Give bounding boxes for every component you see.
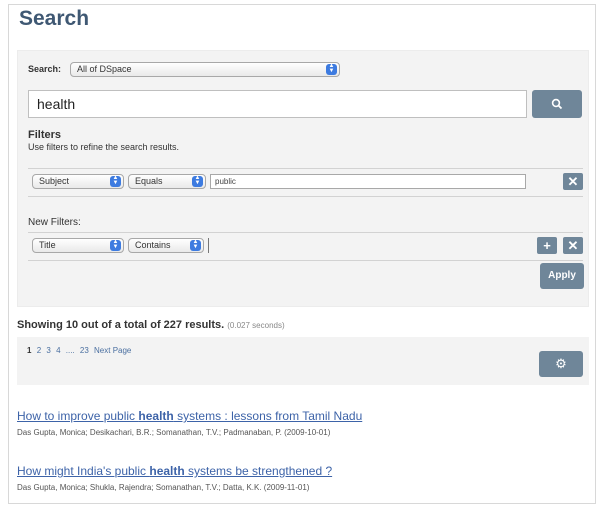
pagination-bar: 1 2 3 4 .... 23 Next Page ⚙: [17, 337, 589, 385]
results-count: Showing 10 out of a total of 227 results…: [17, 319, 225, 331]
plus-icon: +: [543, 238, 551, 253]
filters-help: Use filters to refine the search results…: [28, 142, 180, 152]
add-filter-button[interactable]: +: [537, 237, 557, 254]
result-title-text: How might India's public: [17, 464, 150, 478]
pagination: 1 2 3 4 .... 23 Next Page: [27, 346, 134, 355]
select-arrows-icon: ▲ ▼: [192, 175, 203, 187]
result-title-highlight: health: [149, 464, 185, 478]
page-ellipsis: ....: [65, 346, 75, 355]
new-filter-value-input[interactable]: [208, 238, 217, 253]
page-link[interactable]: 23: [80, 346, 89, 355]
filter-operator-select[interactable]: Equals ▲ ▼: [128, 174, 206, 189]
divider: [28, 196, 583, 197]
filter-value-input[interactable]: public: [210, 174, 526, 189]
page-link[interactable]: 3: [46, 346, 50, 355]
page-link[interactable]: 4: [56, 346, 60, 355]
divider: [28, 232, 583, 233]
close-icon: ✕: [567, 238, 579, 253]
search-button[interactable]: [532, 90, 582, 118]
new-filter-operator-value: Contains: [135, 240, 171, 250]
filters-heading: Filters: [28, 129, 62, 141]
gear-icon: ⚙: [555, 356, 567, 371]
result-title-highlight: health: [138, 409, 174, 423]
search-page: Search Search: All of DSpace ▲ ▼ health F…: [8, 4, 596, 504]
result-options-button[interactable]: ⚙: [539, 351, 583, 377]
divider: [28, 260, 583, 261]
search-form: Search: All of DSpace ▲ ▼ health Filters …: [17, 50, 589, 307]
close-icon: ✕: [567, 174, 579, 189]
apply-button[interactable]: Apply: [540, 263, 584, 289]
scope-select[interactable]: All of DSpace ▲ ▼: [70, 62, 340, 77]
results-summary: Showing 10 out of a total of 227 results…: [17, 319, 285, 331]
search-time: (0.027 seconds): [227, 321, 285, 330]
new-filter-operator-select[interactable]: Contains ▲ ▼: [128, 238, 204, 253]
search-input-value: health: [37, 96, 76, 112]
page-title: Search: [19, 7, 90, 30]
filter-field-value: Subject: [39, 176, 70, 186]
result-title-text: systems be strengthened ?: [184, 464, 333, 478]
filter-value-text: public: [215, 177, 236, 186]
select-arrows-icon: ▲ ▼: [110, 175, 121, 187]
page-link[interactable]: 2: [37, 346, 41, 355]
search-input[interactable]: health: [28, 90, 527, 118]
new-filter-field-select[interactable]: Title ▲ ▼: [32, 238, 124, 253]
remove-filter-button[interactable]: ✕: [563, 173, 583, 190]
result-meta: Das Gupta, Monica; Desikachari, B.R.; So…: [17, 428, 331, 437]
select-arrows-icon: ▲ ▼: [190, 239, 201, 251]
select-arrows-icon: ▲ ▼: [110, 239, 121, 251]
result-title-link[interactable]: How might India's public health systems …: [17, 464, 332, 478]
filter-field-select[interactable]: Subject ▲ ▼: [32, 174, 124, 189]
result-title-link[interactable]: How to improve public health systems : l…: [17, 409, 362, 423]
filter-operator-value: Equals: [135, 176, 163, 186]
select-arrows-icon: ▲ ▼: [326, 63, 337, 75]
page-link-current[interactable]: 1: [27, 346, 31, 355]
scope-select-value: All of DSpace: [77, 64, 132, 74]
next-page-link[interactable]: Next Page: [94, 346, 131, 355]
new-filter-field-value: Title: [39, 240, 56, 250]
search-icon: [551, 98, 563, 110]
scope-label: Search:: [28, 64, 62, 74]
new-filters-label: New Filters:: [28, 217, 81, 228]
result-title-text: systems : lessons from Tamil Nadu: [173, 409, 363, 423]
divider: [28, 168, 583, 169]
remove-new-filter-button[interactable]: ✕: [563, 237, 583, 254]
result-title-text: How to improve public: [17, 409, 139, 423]
result-meta: Das Gupta, Monica; Shukla, Rajendra; Som…: [17, 483, 310, 492]
